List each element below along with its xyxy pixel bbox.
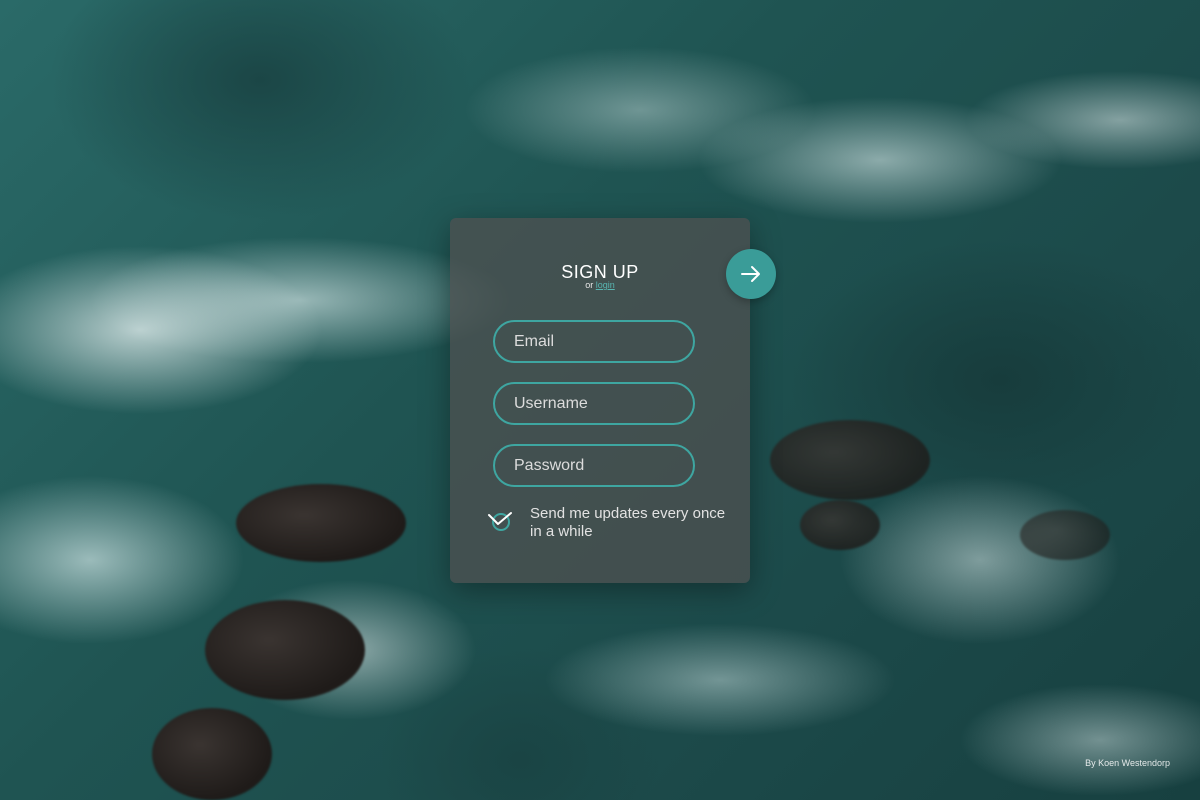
page-title: SIGN UP (561, 262, 639, 282)
checkmark-icon[interactable] (487, 507, 513, 533)
rock (152, 708, 272, 800)
rock (236, 484, 406, 562)
rock (800, 500, 880, 550)
rock (770, 420, 930, 500)
arrow-right-icon (741, 266, 760, 282)
rock (205, 600, 365, 700)
subtitle: or login (450, 280, 750, 290)
signup-card: SIGN UP or login Send me updates every o… (450, 218, 750, 583)
updates-label: Send me updates every once in a while (530, 505, 726, 540)
email-field[interactable] (493, 320, 695, 363)
login-link[interactable]: login (596, 280, 615, 290)
password-field[interactable] (493, 444, 695, 487)
title-block: SIGN UP or login (450, 262, 750, 290)
subtitle-prefix: or (585, 280, 594, 290)
rock (1020, 510, 1110, 560)
submit-button[interactable] (726, 249, 776, 299)
photo-credit: By Koen Westendorp (1085, 758, 1170, 768)
updates-checkbox[interactable]: Send me updates every once in a while (487, 505, 737, 545)
username-field[interactable] (493, 382, 695, 425)
